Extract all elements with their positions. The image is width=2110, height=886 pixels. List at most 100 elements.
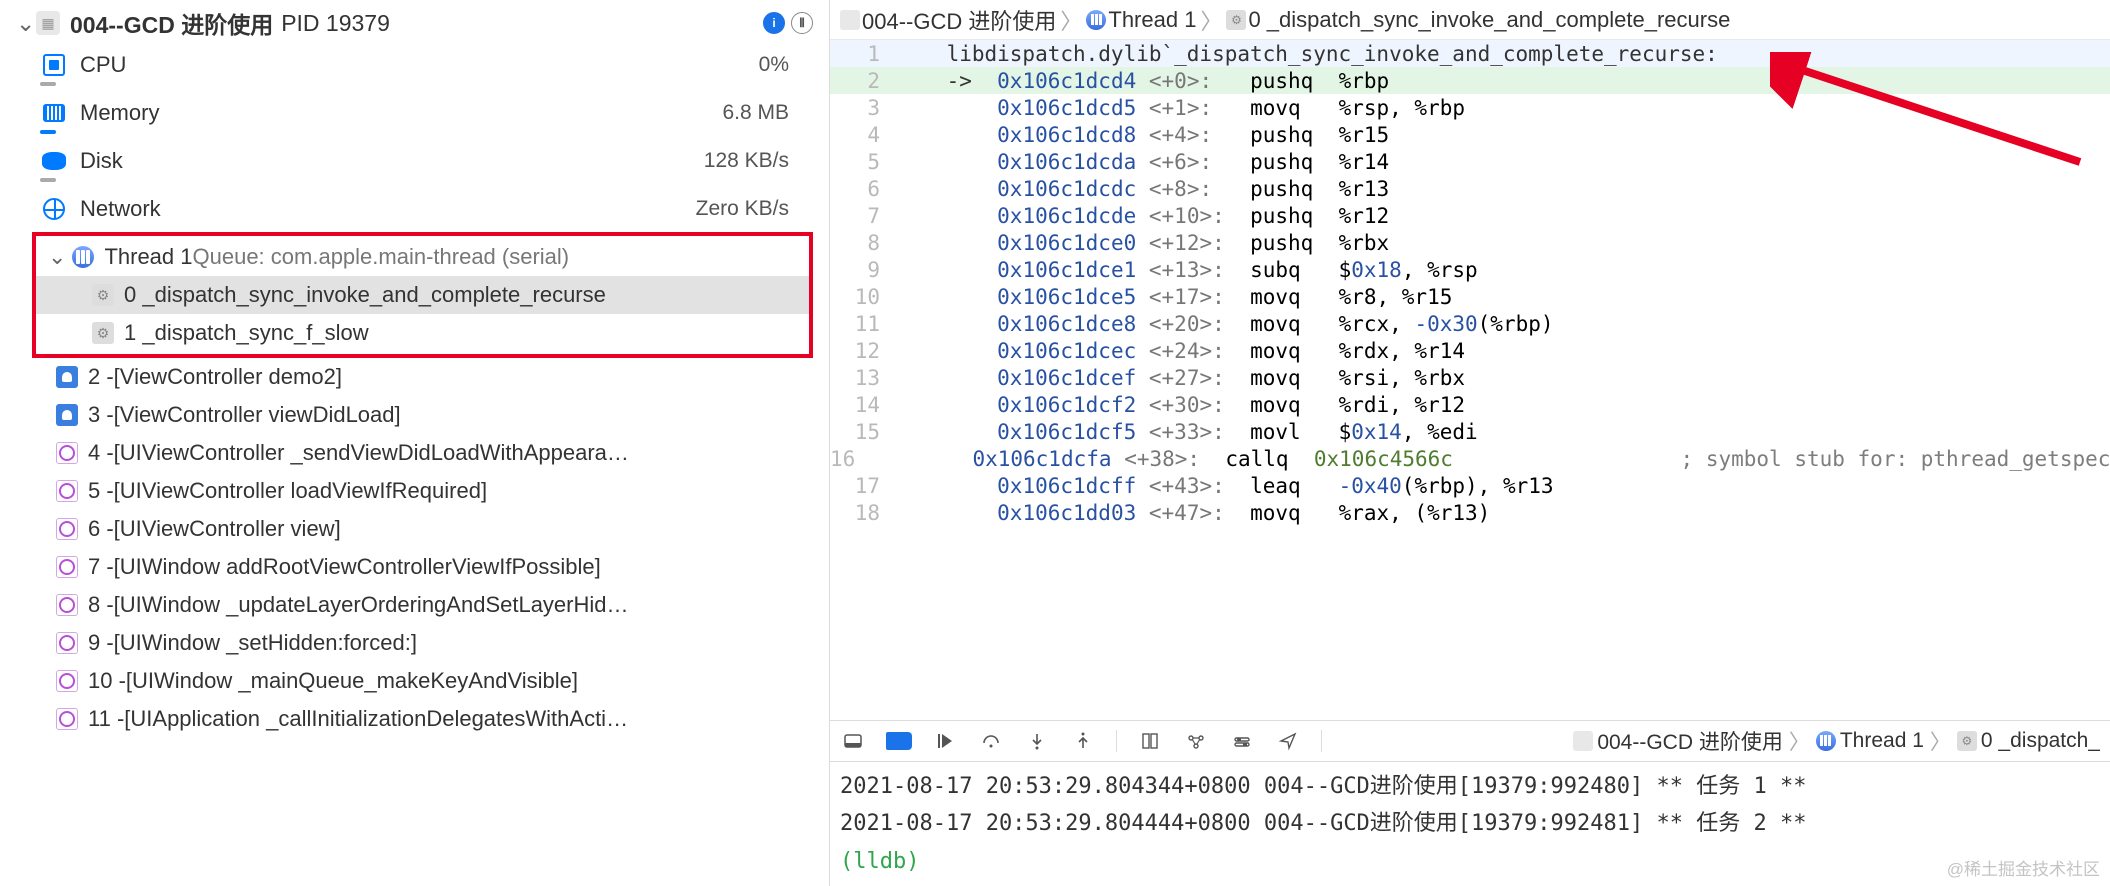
debug-breadcrumb[interactable]: 004--GCD 进阶使用 〉 Thread 1 〉 ⚙ 0 _dispatch… [1573,726,2100,756]
stack-frame-row[interactable]: 5 -[UIViewController loadViewIfRequired] [0,472,829,510]
breadcrumb-thread[interactable]: Thread 1 [1108,7,1196,33]
stack-frame-row[interactable]: 10 -[UIWindow _mainQueue_makeKeyAndVisib… [0,662,829,700]
debug-view-hierarchy-button[interactable] [1137,728,1163,754]
code-line[interactable]: 16 0x106c1dcfa <+38>: callq 0x106c4566c … [830,445,2110,472]
thread-queue: Queue: com.apple.main-thread (serial) [193,244,570,270]
stack-frame-label: 5 -[UIViewController loadViewIfRequired] [88,478,487,504]
thread-icon [72,246,94,268]
stack-frame-row[interactable]: 7 -[UIWindow addRootViewControllerViewIf… [0,548,829,586]
line-content: 0x106c1dcdc <+8>: pushq %r13 [896,177,2110,201]
disclosure-down-icon[interactable]: ⌄ [48,244,66,270]
line-number: 17 [830,474,896,498]
code-line[interactable]: 2 -> 0x106c1dcd4 <+0>: pushq %rbp [830,67,2110,94]
memory-stat-row[interactable]: Memory 6.8 MB [0,94,829,132]
stack-frame-row[interactable]: 11 -[UIApplication _callInitializationDe… [0,700,829,738]
code-line[interactable]: 14 0x106c1dcf2 <+30>: movq %rdi, %r12 [830,391,2110,418]
framework-icon [56,480,78,502]
thread-icon [1086,10,1106,30]
line-content: -> 0x106c1dcd4 <+0>: pushq %rbp [896,69,2110,93]
stack-frame-row[interactable]: 2 -[ViewController demo2] [0,358,829,396]
line-number: 7 [830,204,896,228]
code-line[interactable]: 17 0x106c1dcff <+43>: leaq -0x40(%rbp), … [830,472,2110,499]
network-stat-row[interactable]: Network Zero KB/s [0,190,829,228]
disk-value: 128 KB/s [704,149,789,173]
stack-frame-row[interactable]: 3 -[ViewController viewDidLoad] [0,396,829,434]
disk-stat-row[interactable]: Disk 128 KB/s [0,142,829,180]
toggle-breakpoints-button[interactable] [886,728,912,754]
stack-frame-label: 2 -[ViewController demo2] [88,364,342,390]
debug-bc-thread[interactable]: Thread 1 [1840,729,1924,753]
lldb-prompt: (lldb) [840,849,919,874]
line-number: 16 [830,447,871,471]
thread-row[interactable]: ⌄ Thread 1 Queue: com.apple.main-thread … [36,238,809,276]
code-line[interactable]: 7 0x106c1dcde <+10>: pushq %r12 [830,202,2110,229]
breadcrumb-app[interactable]: 004--GCD 进阶使用 [862,4,1056,36]
continue-button[interactable] [932,728,958,754]
stack-frame-row[interactable]: 9 -[UIWindow _setHidden:forced:] [0,624,829,662]
process-header-row[interactable]: ⌄ ▦ 004--GCD 进阶使用 PID 19379 i ⦀ [0,0,829,46]
stack-frame-row[interactable]: ⚙1 _dispatch_sync_f_slow [36,314,809,352]
debug-console[interactable]: 2021-08-17 20:53:29.804344+0800 004--GCD… [830,762,2110,886]
network-label: Network [80,196,161,222]
toggle-console-button[interactable] [840,728,866,754]
columns-icon[interactable]: ⦀ [791,12,813,34]
debug-toolbar: 004--GCD 进阶使用 〉 Thread 1 〉 ⚙ 0 _dispatch… [830,720,2110,762]
disk-label: Disk [80,148,123,174]
disclosure-down-icon[interactable]: ⌄ [16,10,30,37]
line-number: 10 [830,285,896,309]
code-line[interactable]: 5 0x106c1dcda <+6>: pushq %r14 [830,148,2110,175]
code-line[interactable]: 15 0x106c1dcf5 <+33>: movl $0x14, %edi [830,418,2110,445]
code-line[interactable]: 1 libdispatch.dylib`_dispatch_sync_invok… [830,40,2110,67]
environment-overrides-button[interactable] [1229,728,1255,754]
stack-frame-label: 3 -[ViewController viewDidLoad] [88,402,401,428]
line-number: 2 [830,69,896,93]
stack-frame-label: 4 -[UIViewController _sendViewDidLoadWit… [88,440,629,466]
editor-breadcrumb[interactable]: 004--GCD 进阶使用 〉 Thread 1 〉 ⚙ 0 _dispatch… [830,0,2110,40]
line-content: libdispatch.dylib`_dispatch_sync_invoke_… [896,42,2110,66]
stack-frame-row[interactable]: ⚙0 _dispatch_sync_invoke_and_complete_re… [36,276,809,314]
stack-frame-label: 6 -[UIViewController view] [88,516,341,542]
chevron-right-icon: 〉 [1198,4,1224,36]
chevron-right-icon: 〉 [1928,726,1953,756]
line-content: 0x106c1dcec <+24>: movq %rdx, %r14 [896,339,2110,363]
framework-icon [56,442,78,464]
code-line[interactable]: 10 0x106c1dce5 <+17>: movq %r8, %r15 [830,283,2110,310]
gear-icon: ⚙ [1957,731,1977,751]
debug-bc-app[interactable]: 004--GCD 进阶使用 [1597,726,1783,756]
code-line[interactable]: 18 0x106c1dd03 <+47>: movq %rax, (%r13) [830,499,2110,526]
code-line[interactable]: 11 0x106c1dce8 <+20>: movq %rcx, -0x30(%… [830,310,2110,337]
line-number: 4 [830,123,896,147]
line-number: 15 [830,420,896,444]
code-line[interactable]: 8 0x106c1dce0 <+12>: pushq %rbx [830,229,2110,256]
code-line[interactable]: 3 0x106c1dcd5 <+1>: movq %rsp, %rbp [830,94,2110,121]
stack-frame-row[interactable]: 8 -[UIWindow _updateLayerOrderingAndSetL… [0,586,829,624]
line-content: 0x106c1dcfa <+38>: callq 0x106c4566c ; s… [871,447,2110,471]
info-icon[interactable]: i [763,12,785,34]
stack-frame-row[interactable]: 4 -[UIViewController _sendViewDidLoadWit… [0,434,829,472]
line-content: 0x106c1dce8 <+20>: movq %rcx, -0x30(%rbp… [896,312,2110,336]
gear-icon: ⚙ [92,322,114,344]
line-content: 0x106c1dcd5 <+1>: movq %rsp, %rbp [896,96,2110,120]
user-icon [56,404,78,426]
code-line[interactable]: 13 0x106c1dcef <+27>: movq %rsi, %rbx [830,364,2110,391]
code-line[interactable]: 12 0x106c1dcec <+24>: movq %rdx, %r14 [830,337,2110,364]
framework-icon [56,632,78,654]
line-number: 14 [830,393,896,417]
stack-frame-row[interactable]: 6 -[UIViewController view] [0,510,829,548]
simulate-location-button[interactable] [1275,728,1301,754]
step-out-button[interactable] [1070,728,1096,754]
code-line[interactable]: 4 0x106c1dcd8 <+4>: pushq %r15 [830,121,2110,148]
debug-bc-frame[interactable]: 0 _dispatch_ [1981,729,2100,753]
code-line[interactable]: 6 0x106c1dcdc <+8>: pushq %r13 [830,175,2110,202]
stack-frame-label: 9 -[UIWindow _setHidden:forced:] [88,630,417,656]
step-over-button[interactable] [978,728,1004,754]
disassembly-editor[interactable]: 1 libdispatch.dylib`_dispatch_sync_invok… [830,40,2110,720]
code-line[interactable]: 9 0x106c1dce1 <+13>: subq $0x18, %rsp [830,256,2110,283]
cpu-stat-row[interactable]: CPU 0% [0,46,829,84]
breadcrumb-frame[interactable]: 0 _dispatch_sync_invoke_and_complete_rec… [1248,7,1730,33]
line-number: 12 [830,339,896,363]
debug-memory-graph-button[interactable] [1183,728,1209,754]
step-into-button[interactable] [1024,728,1050,754]
line-number: 8 [830,231,896,255]
line-content: 0x106c1dcff <+43>: leaq -0x40(%rbp), %r1… [896,474,2110,498]
